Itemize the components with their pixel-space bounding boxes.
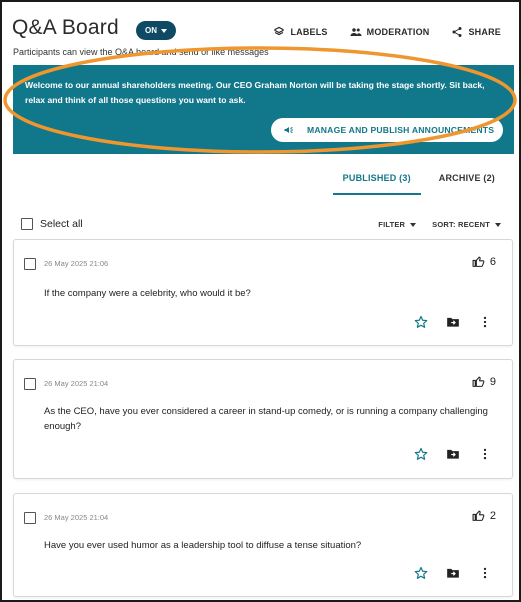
like-button[interactable]: 9 xyxy=(472,375,496,388)
like-button[interactable]: 6 xyxy=(472,255,496,268)
filter-label: FILTER xyxy=(378,220,406,229)
announcement-text: Welcome to our annual shareholders meeti… xyxy=(25,80,485,105)
moderation-link[interactable]: MODERATION xyxy=(350,26,430,38)
select-all[interactable]: Select all xyxy=(21,218,83,230)
manage-announcements-label: MANAGE AND PUBLISH ANNOUNCEMENTS xyxy=(307,125,495,135)
question-date: 26 May 2025 21:06 xyxy=(44,259,109,268)
question-checkbox[interactable] xyxy=(24,512,36,524)
chevron-down-icon xyxy=(161,28,167,33)
question-card: 26 May 2025 21:04 9 As the CEO, have you… xyxy=(13,359,513,479)
more-options-button[interactable] xyxy=(478,315,492,329)
archive-button[interactable] xyxy=(446,566,460,580)
tab-bar: PUBLISHED (3) ARCHIVE (2) xyxy=(332,170,505,195)
question-text: Have you ever used humor as a leadership… xyxy=(44,540,362,551)
page-subtitle: Participants can view the Q&A board and … xyxy=(13,47,269,57)
filter-dropdown[interactable]: FILTER xyxy=(378,220,417,229)
qa-board-window: Q&A Board ON LABELS MODERATION SHARE Par… xyxy=(0,0,521,602)
star-icon xyxy=(414,315,428,328)
archive-button[interactable] xyxy=(446,315,460,329)
tab-archive[interactable]: ARCHIVE (2) xyxy=(429,170,505,195)
announcement-banner: Welcome to our annual shareholders meeti… xyxy=(13,65,514,154)
question-card: 26 May 2025 21:04 2 Have you ever used h… xyxy=(13,493,513,597)
more-vertical-icon xyxy=(483,316,487,328)
move-to-folder-icon xyxy=(447,568,459,578)
more-vertical-icon xyxy=(483,448,487,460)
labels-link[interactable]: LABELS xyxy=(273,26,327,38)
like-count: 2 xyxy=(489,509,496,522)
chevron-down-icon xyxy=(410,222,417,227)
move-to-folder-icon xyxy=(447,317,459,327)
tab-published[interactable]: PUBLISHED (3) xyxy=(332,170,421,195)
toggle-label: ON xyxy=(145,26,157,35)
people-icon xyxy=(350,28,362,36)
label-icon xyxy=(274,26,285,36)
question-actions xyxy=(414,447,492,461)
question-actions xyxy=(414,315,492,329)
star-icon xyxy=(414,566,428,579)
like-button[interactable]: 2 xyxy=(472,509,496,522)
megaphone-icon xyxy=(284,127,293,133)
like-count: 6 xyxy=(489,255,496,268)
question-actions xyxy=(414,566,492,580)
labels-link-text: LABELS xyxy=(290,27,328,37)
star-button[interactable] xyxy=(414,566,428,580)
more-vertical-icon xyxy=(483,567,487,579)
question-date: 26 May 2025 21:04 xyxy=(44,513,109,522)
select-all-checkbox[interactable] xyxy=(21,218,33,230)
star-button[interactable] xyxy=(414,315,428,329)
question-checkbox[interactable] xyxy=(24,378,36,390)
question-date: 26 May 2025 21:04 xyxy=(44,379,109,388)
more-options-button[interactable] xyxy=(478,566,492,580)
moderation-link-text: MODERATION xyxy=(366,27,430,37)
sort-label: SORT: RECENT xyxy=(432,220,490,229)
share-link[interactable]: SHARE xyxy=(451,26,501,38)
sort-dropdown[interactable]: SORT: RECENT xyxy=(432,220,501,229)
thumbs-up-icon xyxy=(472,510,485,521)
share-icon xyxy=(452,27,462,37)
like-count: 9 xyxy=(489,375,496,388)
manage-announcements-button[interactable]: MANAGE AND PUBLISH ANNOUNCEMENTS xyxy=(271,118,503,142)
share-link-text: SHARE xyxy=(468,27,501,37)
question-checkbox[interactable] xyxy=(24,258,36,270)
list-controls: FILTER SORT: RECENT xyxy=(378,220,501,229)
header-links: LABELS MODERATION SHARE xyxy=(273,26,501,38)
select-all-label: Select all xyxy=(40,218,83,230)
archive-button[interactable] xyxy=(446,447,460,461)
star-icon xyxy=(414,447,428,460)
board-toggle[interactable]: ON xyxy=(136,21,176,40)
question-text: As the CEO, have you ever considered a c… xyxy=(44,406,488,432)
move-to-folder-icon xyxy=(447,449,459,459)
question-card: 26 May 2025 21:06 6 If the company were … xyxy=(13,239,513,346)
star-button[interactable] xyxy=(414,447,428,461)
question-text: If the company were a celebrity, who wou… xyxy=(44,288,251,299)
thumbs-up-icon xyxy=(472,256,485,267)
thumbs-up-icon xyxy=(472,376,485,387)
page-title: Q&A Board xyxy=(12,16,119,39)
chevron-down-icon xyxy=(495,222,501,227)
more-options-button[interactable] xyxy=(478,447,492,461)
